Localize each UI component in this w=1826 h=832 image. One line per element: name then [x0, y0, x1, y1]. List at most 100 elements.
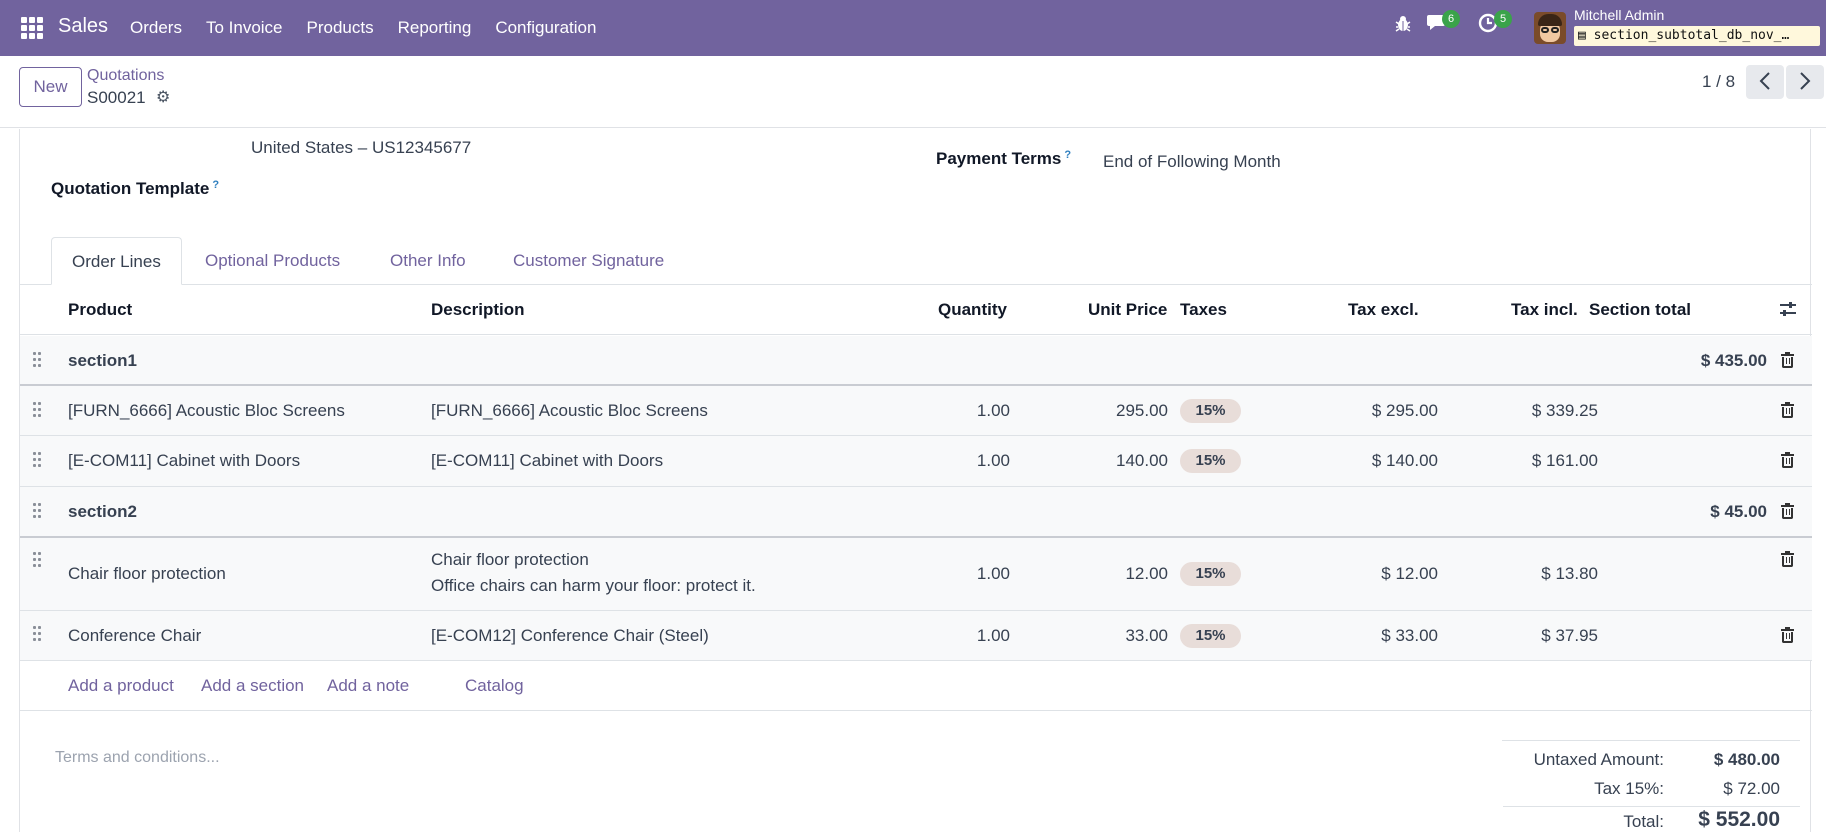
chat-icon[interactable]: 6	[1426, 10, 1460, 38]
column-product[interactable]: Product	[68, 300, 132, 320]
drag-handle-icon[interactable]	[33, 352, 43, 368]
menu-orders[interactable]: Orders	[130, 18, 182, 38]
column-description[interactable]: Description	[431, 300, 525, 320]
line-tax-incl: $ 37.95	[1541, 626, 1598, 645]
table-row[interactable]: [E-COM11] Cabinet with Doors [E-COM11] C…	[20, 436, 1812, 487]
untaxed-value: $ 480.00	[1713, 750, 1780, 769]
app-name[interactable]: Sales	[58, 15, 108, 38]
section-name[interactable]: section1	[68, 351, 137, 371]
breadcrumb[interactable]: Quotations	[87, 67, 164, 85]
line-description[interactable]: Chair floor protection	[431, 550, 589, 570]
tab-other-info[interactable]: Other Info	[370, 237, 486, 285]
section-row[interactable]: section1 $ 435.00	[20, 336, 1812, 386]
pager-previous-button[interactable]	[1746, 65, 1784, 99]
pager-value[interactable]: 1 / 8	[1702, 72, 1735, 92]
trash-icon[interactable]	[1781, 352, 1794, 368]
help-icon[interactable]: ?	[212, 179, 219, 191]
gear-icon[interactable]: ⚙	[156, 87, 170, 107]
drag-handle-icon[interactable]	[33, 626, 43, 642]
tab-optional-products[interactable]: Optional Products	[185, 237, 360, 285]
add-section-link[interactable]: Add a section	[201, 676, 304, 696]
column-quantity[interactable]: Quantity	[938, 300, 1007, 320]
line-tax-incl: $ 161.00	[1531, 451, 1598, 470]
menu-to-invoice[interactable]: To Invoice	[206, 18, 283, 38]
table-row[interactable]: Conference Chair [E-COM12] Conference Ch…	[20, 611, 1812, 661]
tax-tag[interactable]: 15%	[1180, 399, 1241, 423]
tax-value: $ 72.00	[1723, 779, 1780, 798]
line-quantity[interactable]: 1.00	[900, 401, 1010, 421]
help-icon[interactable]: ?	[1064, 149, 1071, 161]
line-tax-excl: $ 12.00	[1381, 564, 1438, 583]
line-unit-price[interactable]: 140.00	[1050, 451, 1168, 471]
database-label: section_subtotal_db_nov_…	[1593, 28, 1790, 43]
section-name[interactable]: section2	[68, 502, 137, 522]
column-unit-price[interactable]: Unit Price	[1088, 300, 1167, 320]
table-row[interactable]: [FURN_6666] Acoustic Bloc Screens [FURN_…	[20, 386, 1812, 436]
clock-icon[interactable]: 5	[1478, 10, 1512, 38]
untaxed-label: Untaxed Amount:	[1533, 750, 1664, 769]
line-product[interactable]: Conference Chair	[68, 626, 201, 646]
user-name[interactable]: Mitchell Admin	[1574, 7, 1664, 23]
line-unit-price[interactable]: 33.00	[1050, 626, 1168, 646]
line-tax-excl: $ 33.00	[1381, 626, 1438, 645]
tax-tag[interactable]: 15%	[1180, 624, 1241, 648]
menu-configuration[interactable]: Configuration	[495, 18, 596, 38]
trash-icon[interactable]	[1781, 627, 1794, 643]
notebook-tabs: Order Lines Optional Products Other Info…	[20, 237, 1812, 285]
form-sheet: United States – US12345677 Payment Terms…	[19, 129, 1812, 832]
line-description[interactable]: [E-COM12] Conference Chair (Steel)	[431, 626, 709, 646]
drag-handle-icon[interactable]	[33, 402, 43, 418]
drag-handle-icon[interactable]	[33, 552, 43, 568]
catalog-link[interactable]: Catalog	[465, 676, 524, 696]
bug-icon[interactable]	[1394, 15, 1412, 38]
top-navbar: Sales Orders To Invoice Products Reporti…	[0, 0, 1826, 56]
database-name: ▤ section_subtotal_db_nov_…	[1574, 26, 1820, 46]
menu-products[interactable]: Products	[307, 18, 374, 38]
apps-grid-icon[interactable]	[21, 17, 43, 39]
line-product[interactable]: [E-COM11] Cabinet with Doors	[68, 451, 300, 471]
tab-order-lines[interactable]: Order Lines	[51, 237, 182, 285]
trash-icon[interactable]	[1781, 551, 1794, 567]
tax-tag[interactable]: 15%	[1180, 562, 1241, 586]
column-tax-incl[interactable]: Tax incl.	[1511, 300, 1578, 320]
line-product[interactable]: Chair floor protection	[68, 564, 226, 584]
drag-handle-icon[interactable]	[33, 503, 43, 519]
section-row[interactable]: section2 $ 45.00	[20, 487, 1812, 538]
column-tax-excl[interactable]: Tax excl.	[1348, 300, 1419, 320]
line-unit-price[interactable]: 295.00	[1050, 401, 1168, 421]
line-description-note[interactable]: Office chairs can harm your floor: prote…	[431, 576, 756, 596]
tab-customer-signature[interactable]: Customer Signature	[493, 237, 684, 285]
payment-terms-field[interactable]: End of Following Month	[1103, 152, 1281, 172]
quotation-template-label: Quotation Template?	[51, 179, 220, 198]
totals-divider	[1503, 806, 1800, 807]
table-row[interactable]: Chair floor protection Chair floor prote…	[20, 538, 1812, 611]
line-description[interactable]: [FURN_6666] Acoustic Bloc Screens	[431, 401, 708, 421]
optional-columns-icon[interactable]	[1779, 301, 1797, 322]
line-quantity[interactable]: 1.00	[900, 626, 1010, 646]
column-section-total[interactable]: Section total	[1589, 300, 1691, 320]
total-value: $ 552.00	[1698, 808, 1780, 831]
add-note-link[interactable]: Add a note	[327, 676, 409, 696]
line-quantity[interactable]: 1.00	[900, 451, 1010, 471]
column-taxes[interactable]: Taxes	[1180, 300, 1227, 320]
drag-handle-icon[interactable]	[33, 452, 43, 468]
new-button[interactable]: New	[19, 67, 82, 107]
pager-next-button[interactable]	[1786, 65, 1824, 99]
add-line-row: Add a product Add a section Add a note C…	[20, 661, 1812, 711]
add-product-link[interactable]: Add a product	[68, 676, 174, 696]
trash-icon[interactable]	[1781, 402, 1794, 418]
terms-conditions-input[interactable]: Terms and conditions...	[55, 749, 220, 767]
section-total: $ 45.00	[1710, 502, 1767, 521]
line-quantity[interactable]: 1.00	[900, 564, 1010, 584]
line-product[interactable]: [FURN_6666] Acoustic Bloc Screens	[68, 401, 345, 421]
address-line: United States – US12345677	[251, 138, 472, 157]
order-lines-header: Product Description Quantity Unit Price …	[20, 286, 1812, 335]
trash-icon[interactable]	[1781, 503, 1794, 519]
tax-tag[interactable]: 15%	[1180, 449, 1241, 473]
trash-icon[interactable]	[1781, 452, 1794, 468]
line-unit-price[interactable]: 12.00	[1050, 564, 1168, 584]
avatar[interactable]	[1534, 12, 1566, 44]
menu-reporting[interactable]: Reporting	[398, 18, 472, 38]
line-description[interactable]: [E-COM11] Cabinet with Doors	[431, 451, 663, 471]
record-name: S00021	[87, 88, 146, 107]
